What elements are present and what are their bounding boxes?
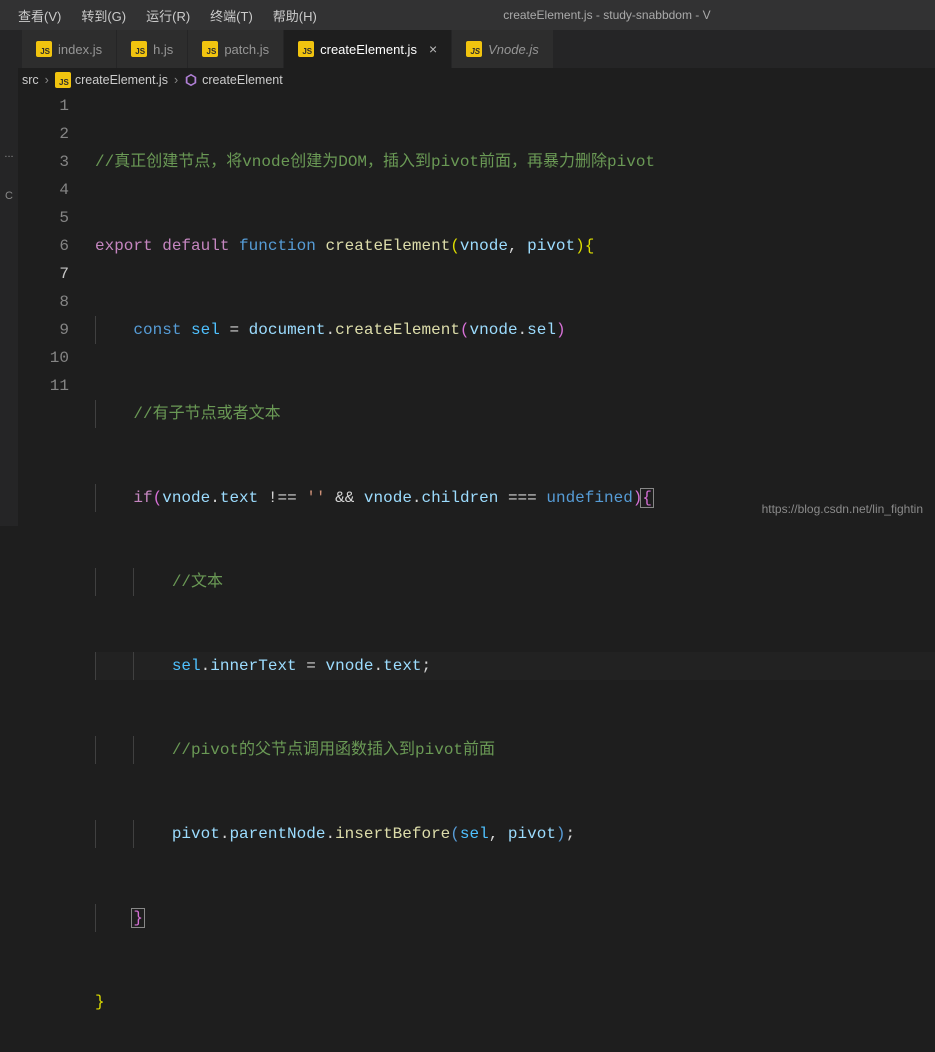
tab-label: Vnode.js [488, 42, 539, 57]
line-number: 4 [0, 176, 69, 204]
js-file-icon: JS [466, 41, 482, 57]
menu-run[interactable]: 运行(R) [136, 6, 200, 25]
breadcrumb-symbol[interactable]: createElement [202, 73, 283, 87]
symbol-function-icon [184, 73, 198, 87]
code-line: const sel = document.createElement(vnode… [95, 316, 935, 344]
tab-vnode[interactable]: JS Vnode.js [452, 30, 553, 68]
line-number: 2 [0, 120, 69, 148]
code-line: pivot.parentNode.insertBefore(sel, pivot… [95, 820, 935, 848]
line-gutter: 1 2 3 4 5 6 7 8 9 10 11 [0, 92, 95, 1052]
code-line: //文本 [95, 568, 935, 596]
js-file-icon: JS [36, 41, 52, 57]
code-line: //pivot的父节点调用函数插入到pivot前面 [95, 736, 935, 764]
line-number: 5 [0, 204, 69, 232]
watermark: https://blog.csdn.net/lin_fightin [762, 502, 923, 516]
js-file-icon: JS [55, 72, 71, 88]
code-content[interactable]: //真正创建节点，将vnode创建为DOM，插入到pivot前面，再暴力删除pi… [95, 92, 935, 1052]
line-number: 8 [0, 288, 69, 316]
tab-label: index.js [58, 42, 102, 57]
code-line-current: sel.innerText = vnode.text; [95, 652, 935, 680]
line-number: 6 [0, 232, 69, 260]
code-line: } [95, 988, 935, 1016]
code-line: } [95, 904, 935, 932]
line-number: 9 [0, 316, 69, 344]
close-icon[interactable]: × [429, 41, 437, 57]
tab-bar: JS index.js JS h.js JS patch.js JS creat… [0, 30, 935, 68]
tab-index[interactable]: JS index.js [22, 30, 116, 68]
tab-label: h.js [153, 42, 173, 57]
code-line: //有子节点或者文本 [95, 400, 935, 428]
tab-createElement[interactable]: JS createElement.js × [284, 30, 451, 68]
window-title: createElement.js - study-snabbdom - V [327, 8, 927, 22]
js-file-icon: JS [202, 41, 218, 57]
line-number: 1 [0, 92, 69, 120]
chevron-right-icon: › [172, 73, 180, 87]
js-file-icon: JS [131, 41, 147, 57]
tab-label: createElement.js [320, 42, 417, 57]
menu-terminal[interactable]: 终端(T) [200, 6, 263, 25]
line-number: 3 [0, 148, 69, 176]
code-editor[interactable]: 1 2 3 4 5 6 7 8 9 10 11 //真正创建节点，将vnode创… [0, 92, 935, 1052]
menu-goto[interactable]: 转到(G) [71, 6, 136, 25]
breadcrumb-folder[interactable]: src [22, 73, 39, 87]
menu-view[interactable]: 查看(V) [8, 6, 71, 25]
chevron-right-icon: › [43, 73, 51, 87]
code-line: export default function createElement(vn… [95, 232, 935, 260]
tab-patch[interactable]: JS patch.js [188, 30, 283, 68]
menu-help[interactable]: 帮助(H) [263, 6, 327, 25]
breadcrumb-file[interactable]: createElement.js [75, 73, 168, 87]
line-number: 11 [0, 372, 69, 400]
line-number: 10 [0, 344, 69, 372]
tab-label: patch.js [224, 42, 269, 57]
code-line: //真正创建节点，将vnode创建为DOM，插入到pivot前面，再暴力删除pi… [95, 148, 935, 176]
breadcrumb[interactable]: src › JS createElement.js › createElemen… [0, 68, 935, 92]
menu-bar: 查看(V) 转到(G) 运行(R) 终端(T) 帮助(H) createElem… [0, 0, 935, 30]
line-number-current: 7 [0, 260, 69, 288]
js-file-icon: JS [298, 41, 314, 57]
tab-h[interactable]: JS h.js [117, 30, 187, 68]
